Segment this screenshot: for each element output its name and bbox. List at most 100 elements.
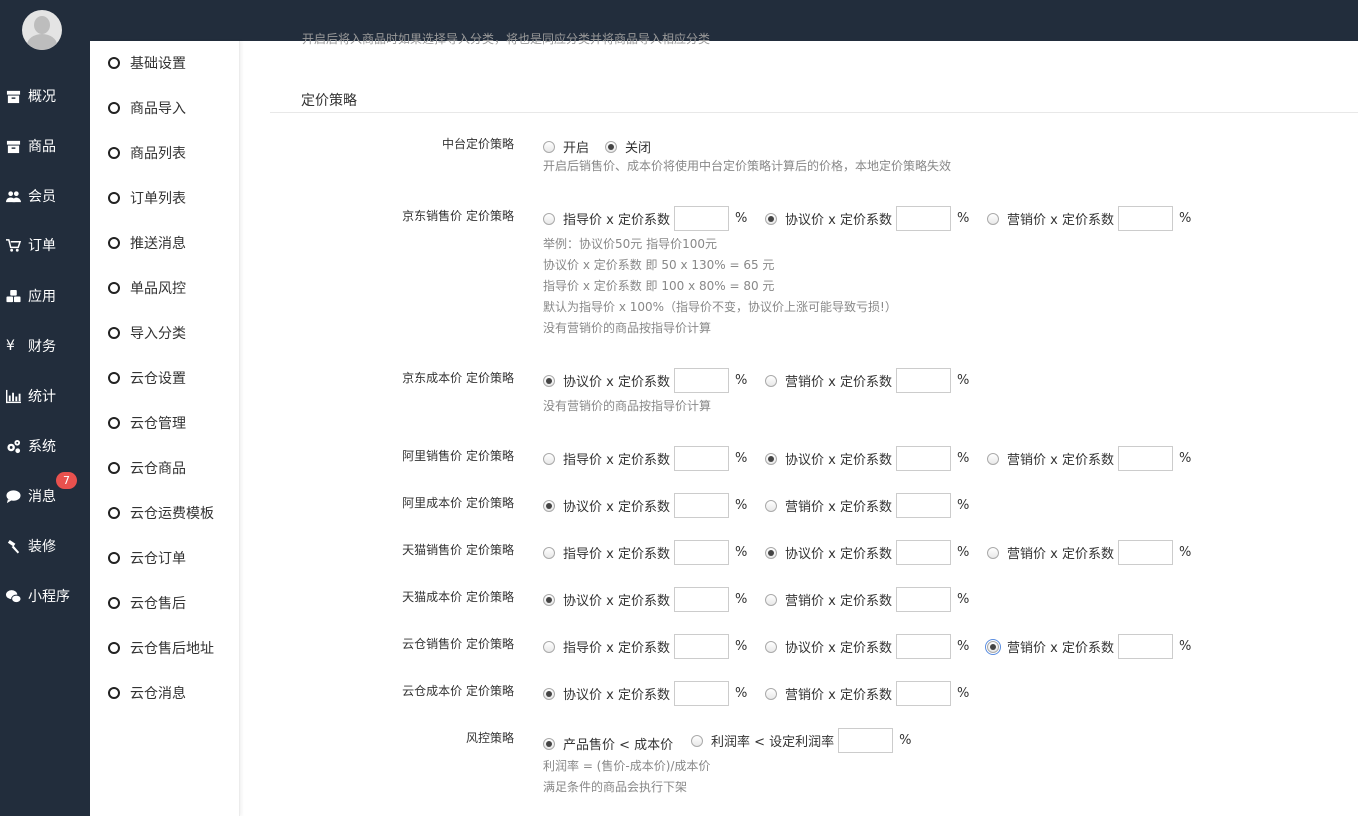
ali-sale-market-option[interactable]: 营销价 x 定价系数% [987, 446, 1191, 471]
nav-item-members[interactable]: 会员 [0, 181, 90, 211]
nav-item-orders[interactable]: 订单 [0, 230, 90, 260]
radio-button[interactable] [987, 546, 999, 559]
subnav-item-cloud-aftersale-address[interactable]: 云仓售后地址 [108, 638, 214, 658]
cloud-cost-agree-option[interactable]: 协议价 x 定价系数% [543, 681, 747, 706]
tmall-cost-market-option[interactable]: 营销价 x 定价系数% [765, 587, 969, 612]
ali-sale-agree-coefficient-input[interactable] [895, 446, 951, 471]
radio-button[interactable] [987, 452, 999, 465]
radio-button[interactable] [985, 638, 1001, 655]
cloud-sale-guide-option[interactable]: 指导价 x 定价系数% [543, 634, 747, 659]
tmall-cost-market-coefficient-input[interactable] [895, 587, 951, 612]
radio-button[interactable] [543, 452, 555, 465]
subnav-item-cloud-shipping[interactable]: 云仓运费模板 [108, 503, 214, 523]
radio-button[interactable] [765, 212, 777, 225]
ali-cost-market-coefficient-input[interactable] [895, 493, 951, 518]
radio-button[interactable] [765, 687, 777, 700]
nav-item-apps[interactable]: 应用 [0, 281, 90, 311]
radio-button[interactable] [765, 546, 777, 559]
cloud-sale-agree-coefficient-input[interactable] [895, 634, 951, 659]
cloud-cost-agree-coefficient-input[interactable] [673, 681, 729, 706]
radio-button[interactable] [691, 734, 703, 747]
radio-button[interactable] [543, 640, 555, 653]
jd-sale-market-coefficient-input[interactable] [1117, 206, 1173, 231]
radio-button[interactable] [543, 737, 555, 750]
subnav-item-order-list[interactable]: 订单列表 [108, 188, 186, 208]
ali-sale-guide-option[interactable]: 指导价 x 定价系数% [543, 446, 747, 471]
ali-cost-agree-coefficient-input[interactable] [673, 493, 729, 518]
subnav-item-cloud-messages[interactable]: 云仓消息 [108, 683, 186, 703]
subnav-item-import-category[interactable]: 导入分类 [108, 323, 186, 343]
subnav-item-goods-import[interactable]: 商品导入 [108, 98, 186, 118]
subnav-item-cloud-orders[interactable]: 云仓订单 [108, 548, 186, 568]
radio-button[interactable] [765, 640, 777, 653]
subnav-item-cloud-settings[interactable]: 云仓设置 [108, 368, 186, 388]
radio-button[interactable] [605, 140, 617, 153]
jd-sale-guide-option[interactable]: 指导价 x 定价系数% [543, 206, 747, 231]
subnav-item-push-message[interactable]: 推送消息 [108, 233, 186, 253]
jd-sale-hint-3: 指导价 x 定价系数 即 100 x 80% = 80 元 [543, 279, 775, 293]
cloud-sale-market-option[interactable]: 营销价 x 定价系数% [985, 634, 1191, 659]
tmall-sale-guide-coefficient-input[interactable] [673, 540, 729, 565]
nav-item-messages[interactable]: 消息 7 [0, 472, 90, 511]
radio-button[interactable] [543, 499, 555, 512]
jd-cost-market-coefficient-input[interactable] [895, 368, 951, 393]
radio-button[interactable] [765, 593, 777, 606]
risk-hint-2: 满足条件的商品会执行下架 [543, 780, 688, 794]
jd-sale-guide-coefficient-input[interactable] [673, 206, 729, 231]
jd-cost-agree-coefficient-input[interactable] [673, 368, 729, 393]
tmall-cost-agree-option[interactable]: 协议价 x 定价系数% [543, 587, 747, 612]
nav-item-finance[interactable]: ¥ 财务 [0, 331, 90, 361]
jd-sale-agree-coefficient-input[interactable] [895, 206, 951, 231]
subnav-item-risk-control[interactable]: 单品风控 [108, 278, 186, 298]
cloud-cost-market-coefficient-input[interactable] [895, 681, 951, 706]
tmall-cost-agree-coefficient-input[interactable] [673, 587, 729, 612]
cloud-cost-market-option[interactable]: 营销价 x 定价系数% [765, 681, 969, 706]
subnav-item-goods-list[interactable]: 商品列表 [108, 143, 186, 163]
jd-sale-market-option[interactable]: 营销价 x 定价系数% [987, 206, 1191, 231]
jd-cost-agree-option[interactable]: 协议价 x 定价系数% [543, 368, 747, 393]
risk-profit-rate-input[interactable] [838, 728, 894, 753]
risk-profit-rate-option[interactable]: 利润率 < 设定利润率% [691, 728, 912, 753]
radio-button[interactable] [765, 374, 777, 387]
subnav-item-basic-settings[interactable]: 基础设置 [108, 53, 186, 73]
radio-button[interactable] [543, 374, 555, 387]
subnav-item-cloud-goods[interactable]: 云仓商品 [108, 458, 186, 478]
ali-sale-guide-coefficient-input[interactable] [673, 446, 729, 471]
radio-button[interactable] [543, 140, 555, 153]
radio-button[interactable] [543, 593, 555, 606]
tmall-sale-market-option[interactable]: 营销价 x 定价系数% [987, 540, 1191, 565]
tmall-sale-agree-option[interactable]: 协议价 x 定价系数% [765, 540, 969, 565]
ali-sale-market-coefficient-input[interactable] [1117, 446, 1173, 471]
radio-button[interactable] [543, 212, 555, 225]
jd-sale-agree-option[interactable]: 协议价 x 定价系数% [765, 206, 969, 231]
radio-button[interactable] [543, 546, 555, 559]
risk-price-below-cost-option[interactable]: 产品售价 < 成本价 [543, 734, 673, 753]
nav-item-stats[interactable]: 统计 [0, 381, 90, 411]
nav-item-overview[interactable]: 概况 [0, 81, 90, 111]
subnav-item-cloud-aftersale[interactable]: 云仓售后 [108, 593, 186, 613]
cloud-sale-agree-option[interactable]: 协议价 x 定价系数% [765, 634, 969, 659]
center-pricing-off-option[interactable]: 关闭 [605, 137, 651, 156]
ali-cost-agree-option[interactable]: 协议价 x 定价系数% [543, 493, 747, 518]
radio-button[interactable] [765, 452, 777, 465]
jd-cost-label: 京东成本价 定价策略 [402, 371, 514, 385]
tmall-sale-market-coefficient-input[interactable] [1117, 540, 1173, 565]
tmall-sale-agree-coefficient-input[interactable] [895, 540, 951, 565]
cloud-sale-market-coefficient-input[interactable] [1117, 634, 1173, 659]
ali-cost-market-option[interactable]: 营销价 x 定价系数% [765, 493, 969, 518]
nav-item-system[interactable]: 系统 [0, 431, 90, 461]
center-pricing-on-option[interactable]: 开启 [543, 137, 589, 156]
ali-sale-agree-option[interactable]: 协议价 x 定价系数% [765, 446, 969, 471]
tmall-sale-guide-option[interactable]: 指导价 x 定价系数% [543, 540, 747, 565]
tmall-sale-label: 天猫销售价 定价策略 [402, 543, 514, 557]
avatar[interactable] [22, 10, 62, 50]
nav-item-decorate[interactable]: 装修 [0, 531, 90, 561]
nav-item-miniprogram[interactable]: 小程序 [0, 581, 90, 611]
radio-button[interactable] [987, 212, 999, 225]
cloud-sale-guide-coefficient-input[interactable] [673, 634, 729, 659]
nav-item-goods[interactable]: 商品 [0, 131, 90, 161]
radio-button[interactable] [765, 499, 777, 512]
jd-cost-market-option[interactable]: 营销价 x 定价系数% [765, 368, 969, 393]
subnav-item-cloud-manage[interactable]: 云仓管理 [108, 413, 186, 433]
radio-button[interactable] [543, 687, 555, 700]
